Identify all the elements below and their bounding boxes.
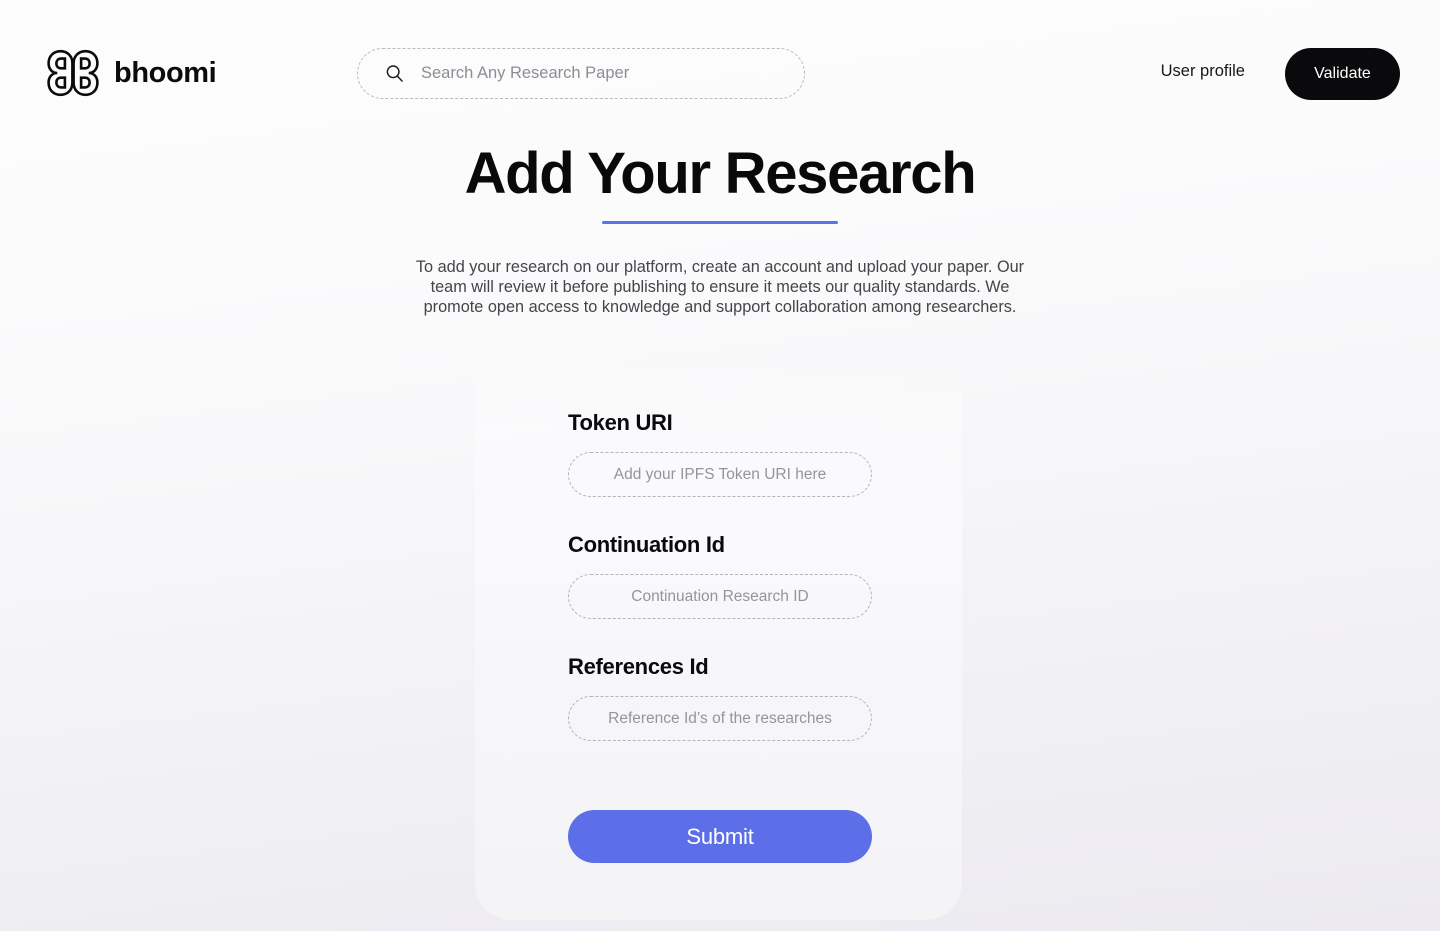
submit-button[interactable]: Submit	[568, 810, 872, 863]
field-continuation-id: Continuation Id	[568, 532, 872, 619]
field-token-uri: Token URI	[568, 410, 872, 497]
brand-logo[interactable]: bhoomi	[46, 47, 217, 99]
brand-name: bhoomi	[114, 56, 217, 89]
app-header: bhoomi User profile Validate	[0, 0, 1440, 148]
field-spacer	[568, 497, 872, 532]
title-underline	[602, 220, 838, 224]
bhoomi-double-b-monogram-icon	[47, 49, 99, 97]
field-references-id: References Id	[568, 654, 872, 741]
search-input[interactable]	[421, 49, 761, 98]
hero-section: Add Your Research To add your research o…	[0, 141, 1440, 317]
field-label-references-id: References Id	[568, 654, 709, 679]
validate-button[interactable]: Validate	[1285, 48, 1400, 100]
search-icon	[386, 65, 403, 82]
user-profile-link[interactable]: User profile	[1161, 62, 1245, 81]
research-form: Token URI Continuation Id References Id …	[568, 410, 872, 863]
field-label-token-uri: Token URI	[568, 410, 673, 435]
intro-paragraph: To add your research on our platform, cr…	[415, 257, 1025, 316]
search-bar[interactable]	[357, 48, 805, 99]
field-spacer	[568, 619, 872, 654]
page-title: Add Your Research	[464, 141, 977, 206]
references-id-input[interactable]	[568, 696, 872, 741]
field-label-continuation-id: Continuation Id	[568, 532, 725, 557]
continuation-id-input[interactable]	[568, 574, 872, 619]
token-uri-input[interactable]	[568, 452, 872, 497]
